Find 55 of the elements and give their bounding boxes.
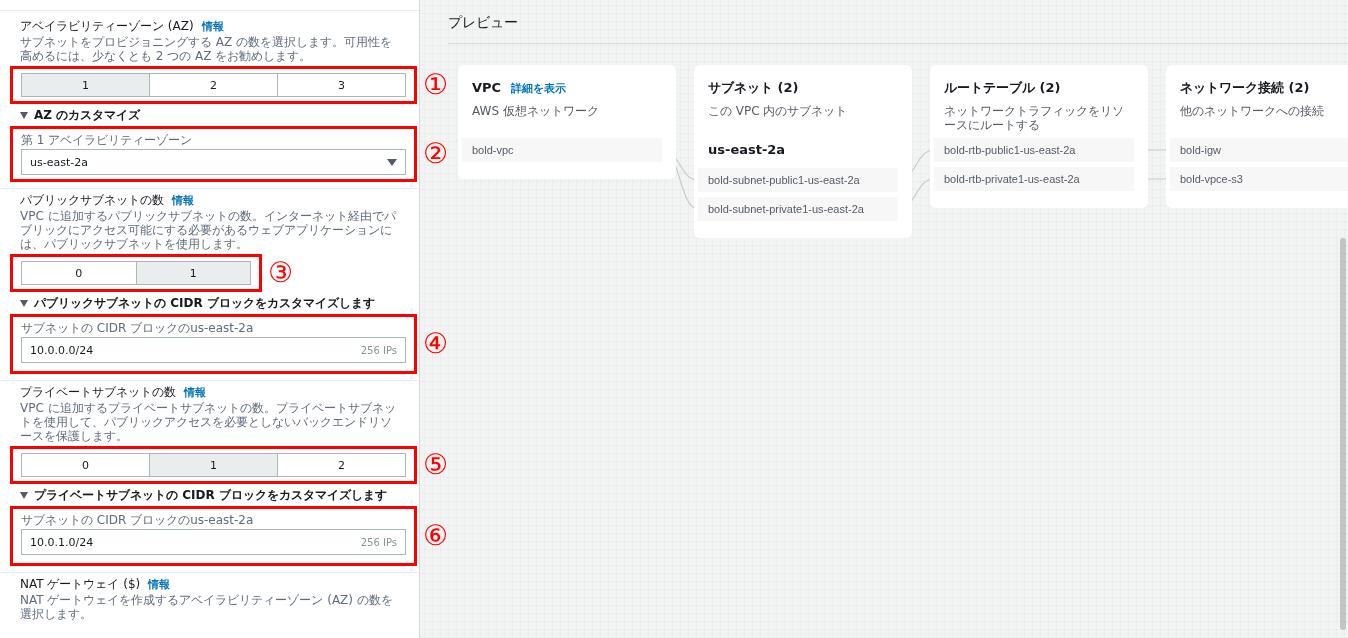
caret-icon <box>387 158 397 166</box>
section-title: プライベートサブネットの数 <box>20 385 176 400</box>
annotation-number: ① <box>422 71 448 99</box>
card-subtitle: この VPC 内のサブネット <box>707 104 849 120</box>
annotation-number: ④ <box>422 330 448 358</box>
segment-option[interactable]: 1 <box>149 454 277 476</box>
expander-label[interactable]: プライベートサブネットの CIDR ブロックをカスタマイズします <box>34 488 387 503</box>
card-title: ネットワーク接続 (2) <box>1180 79 1310 96</box>
ip-count: 256 IPs <box>360 344 397 356</box>
resource-item: bold-vpc <box>462 138 662 162</box>
section-description: VPC に追加するプライベートサブネットの数。プライベートサブネットを使用して、パブリックアクセスを必要としないバックエンドリソースを保護します。 <box>20 401 397 443</box>
field-label: 第 1 アベイラビリティーゾーン <box>21 133 194 147</box>
field-label: サブネットの CIDR ブロックのus-east-2a <box>21 513 255 527</box>
info-link[interactable]: 情報 <box>172 193 194 208</box>
card-title: VPC <box>472 79 502 96</box>
resource-item: bold-igw <box>1170 138 1348 162</box>
expand-triangle-icon[interactable] <box>20 112 28 119</box>
section-title: アベイラビリティーゾーン (AZ) <box>20 19 194 34</box>
details-link[interactable]: 詳細を表示 <box>511 81 567 96</box>
card-title: サブネット (2) <box>708 79 799 96</box>
section-title: パブリックサブネットの数 <box>20 193 164 208</box>
card-subtitle: 他のネットワークへの接続 <box>1179 104 1325 120</box>
section-description: サブネットをプロビジョニングする AZ の数を選択します。可用性を高めるには、少なくとも 2 つの AZ をお勧めします。 <box>20 35 394 63</box>
section-description: VPC に追加するパブリックサブネットの数。インターネット経由でパブリックにアクセス可能にする必要があるウェブアプリケーションには、パブリックサブネットを使用します。 <box>20 209 397 251</box>
expand-triangle-icon[interactable] <box>20 492 28 499</box>
card-title: ルートテーブル (2) <box>944 79 1061 96</box>
scrollbar[interactable] <box>1340 238 1346 630</box>
annotation-number: ⑥ <box>422 522 448 550</box>
cidr-input[interactable]: 10.0.1.0/24 256 IPs <box>21 529 406 555</box>
expander-label[interactable]: パブリックサブネットの CIDR ブロックをカスタマイズします <box>34 296 375 311</box>
resource-item: bold-vpce-s3 <box>1170 167 1348 191</box>
card-subtitle: AWS 仮想ネットワーク <box>471 104 600 120</box>
segment-option[interactable]: 1 <box>135 262 250 284</box>
segment-option[interactable]: 1 <box>22 74 149 96</box>
ip-count: 256 IPs <box>360 536 397 548</box>
annotation-number: ③ <box>267 259 293 287</box>
section-title: NAT ゲートウェイ ($) <box>20 577 141 592</box>
card-subtitle: ネットワークトラフィックをリソースにルートする <box>943 104 1125 132</box>
resource-item: bold-subnet-private1-us-east-2a <box>698 197 898 221</box>
annotation-number: ② <box>422 140 448 168</box>
info-link[interactable]: 情報 <box>148 577 171 592</box>
expander-label[interactable]: AZ のカスタマイズ <box>34 108 141 123</box>
preview-title: プレビュー <box>448 14 518 32</box>
field-label: サブネットの CIDR ブロックのus-east-2a <box>21 321 255 335</box>
zone-heading: us-east-2a <box>707 141 787 159</box>
resource-item: bold-rtb-private1-us-east-2a <box>934 167 1134 191</box>
cidr-input[interactable]: 10.0.0.0/24 256 IPs <box>21 337 406 363</box>
resource-item: bold-rtb-public1-us-east-2a <box>934 138 1134 162</box>
expand-triangle-icon[interactable] <box>20 300 28 307</box>
annotation-number: ⑤ <box>422 451 448 479</box>
zone-select[interactable]: us-east-2a <box>21 149 406 175</box>
resource-item: bold-subnet-public1-us-east-2a <box>698 168 898 192</box>
section-description: NAT ゲートウェイを作成するアベイラビリティーゾーン (AZ) の数を選択します。 <box>20 593 394 621</box>
info-link[interactable]: 情報 <box>201 19 224 34</box>
info-link[interactable]: 情報 <box>184 385 206 400</box>
